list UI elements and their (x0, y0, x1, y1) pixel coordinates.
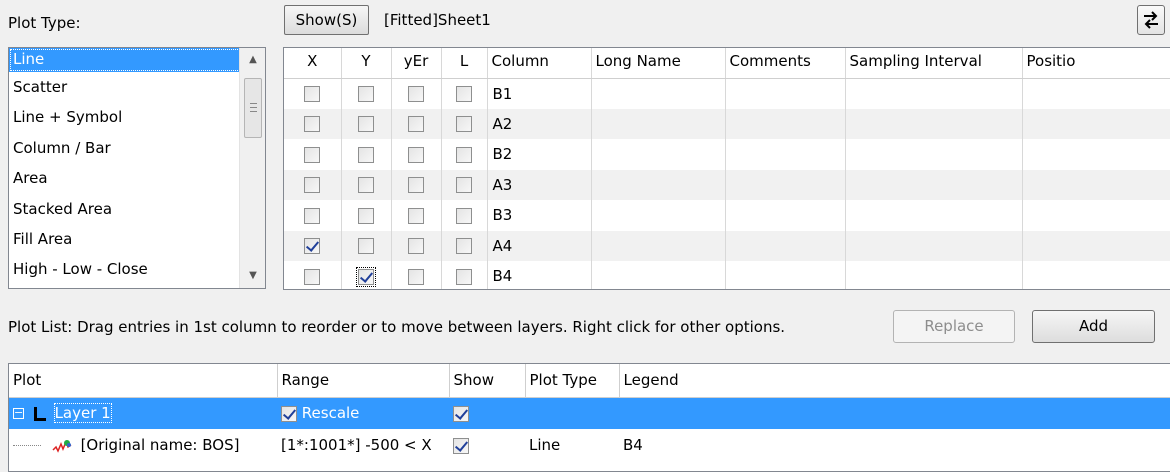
yer-checkbox[interactable] (408, 146, 424, 163)
grid-row[interactable]: B4 (284, 261, 1170, 289)
line-plot-icon (52, 439, 72, 453)
plot-type-item[interactable]: Scatter (9, 72, 265, 102)
col-header-plot[interactable]: Plot (9, 364, 278, 398)
l-checkbox[interactable] (456, 146, 472, 163)
column-name-cell: A4 (487, 230, 592, 261)
plot-range: [1*:1001*] -500 < X (281, 436, 432, 454)
plot-type-item[interactable]: Fill Area (9, 224, 265, 254)
col-header-show[interactable]: Show (449, 364, 526, 398)
y-checkbox[interactable] (358, 116, 374, 133)
x-checkbox[interactable] (304, 116, 321, 133)
column-name-cell: B3 (487, 200, 592, 231)
y-checkbox[interactable] (358, 146, 374, 163)
y-checkbox[interactable] (358, 177, 374, 194)
scroll-down-icon[interactable]: ▼ (240, 264, 265, 288)
replace-button[interactable]: Replace (893, 310, 1015, 343)
layer-show-checkbox[interactable] (453, 405, 469, 422)
x-checkbox[interactable] (304, 268, 321, 285)
swap-arrows-icon (1144, 11, 1158, 29)
column-name-cell: B1 (487, 78, 592, 109)
yer-checkbox[interactable] (408, 238, 424, 255)
legend-cell: B4 (623, 436, 643, 454)
y-checkbox[interactable] (358, 86, 374, 102)
grid-header[interactable]: Long Name (591, 48, 726, 79)
sheet-name: [Fitted]Sheet1 (384, 11, 491, 29)
grid-row[interactable]: B1 (284, 78, 1170, 109)
grid-row[interactable]: B3 (284, 200, 1170, 231)
plot-row[interactable]: [Original name: BOS] [1*:1001*] -500 < X… (9, 429, 1170, 461)
yer-checkbox[interactable] (408, 268, 424, 285)
x-checkbox[interactable] (304, 238, 321, 255)
column-name-cell: A3 (487, 169, 592, 200)
scroll-thumb[interactable] (244, 78, 262, 138)
tree-connector (13, 445, 41, 446)
grid-header[interactable]: yEr (391, 48, 442, 79)
x-checkbox[interactable] (304, 177, 321, 194)
plot-type-item[interactable]: High - Low - Close (9, 254, 265, 284)
scroll-up-icon[interactable]: ▲ (240, 48, 265, 72)
add-button[interactable]: Add (1032, 310, 1155, 343)
column-name-cell: B2 (487, 139, 592, 170)
grid-header[interactable]: Positio (1022, 48, 1170, 79)
plot-type-label: Plot Type: (8, 14, 81, 32)
x-checkbox[interactable] (304, 207, 321, 224)
collapse-icon[interactable]: − (13, 407, 24, 420)
grid-row[interactable]: A2 (284, 108, 1170, 139)
layer-name: Layer 1 (53, 403, 112, 424)
layer-row[interactable]: − Layer 1 Rescale (9, 397, 1170, 429)
plot-type-item[interactable]: Area (9, 163, 265, 193)
grid-header[interactable]: Sampling Interval (845, 48, 1023, 79)
column-name-cell: B4 (487, 261, 592, 289)
rescale-label: Rescale (301, 404, 360, 423)
l-checkbox[interactable] (456, 86, 472, 102)
l-checkbox[interactable] (456, 268, 472, 285)
plot-show-checkbox[interactable] (453, 437, 469, 454)
grid-header[interactable]: Comments (725, 48, 846, 79)
grid-header[interactable]: L (441, 48, 488, 79)
column-grid: X YyEr L Column Long Name Comments Sampling In… (283, 47, 1170, 290)
column-name-cell: A2 (487, 108, 592, 139)
l-checkbox[interactable] (456, 238, 472, 255)
plot-type-item[interactable]: Column / Bar (9, 133, 265, 163)
grid-row[interactable]: A3 (284, 169, 1170, 200)
yer-checkbox[interactable] (408, 116, 424, 133)
x-checkbox[interactable] (304, 86, 321, 102)
plot-type-scrollbar[interactable]: ▲ ▼ (239, 48, 265, 288)
y-checkbox[interactable] (358, 238, 374, 255)
swap-button[interactable] (1137, 5, 1165, 35)
plot-type-item[interactable]: Line + Symbol (9, 102, 265, 132)
plot-type-item[interactable]: Stacked Area (9, 194, 265, 224)
x-checkbox[interactable] (304, 146, 321, 163)
yer-checkbox[interactable] (408, 177, 424, 194)
grid-row[interactable]: B2 (284, 139, 1170, 170)
y-checkbox[interactable] (358, 207, 374, 224)
l-checkbox[interactable] (456, 116, 472, 133)
plot-list: Plot Range Show Plot Type Legend − Layer… (8, 363, 1170, 472)
col-header-legend[interactable]: Legend (619, 364, 1170, 398)
col-header-range[interactable]: Range (277, 364, 450, 398)
grid-header[interactable]: Y (341, 48, 392, 79)
col-header-plot-type[interactable]: Plot Type (525, 364, 620, 398)
grid-row[interactable]: A4 (284, 230, 1170, 261)
plot-type-item[interactable]: Line (9, 48, 265, 72)
l-checkbox[interactable] (456, 207, 472, 224)
plot-type-list[interactable]: Line Scatter Line + Symbol Column / Bar Area… (8, 47, 266, 289)
y-checkbox[interactable] (356, 266, 376, 287)
plot-list-hint: Plot List: Drag entries in 1st column to… (8, 318, 786, 336)
grid-header[interactable]: Column (487, 48, 592, 79)
yer-checkbox[interactable] (408, 207, 424, 224)
show-button[interactable]: Show(S) (284, 5, 369, 35)
grid-header[interactable]: X (284, 48, 342, 79)
plot-type-cell: Line (529, 436, 561, 454)
yer-checkbox[interactable] (408, 86, 424, 102)
l-checkbox[interactable] (456, 177, 472, 194)
plot-name: [Original name: BOS] (80, 436, 240, 454)
layer-icon (32, 406, 46, 422)
rescale-checkbox[interactable] (281, 405, 297, 422)
